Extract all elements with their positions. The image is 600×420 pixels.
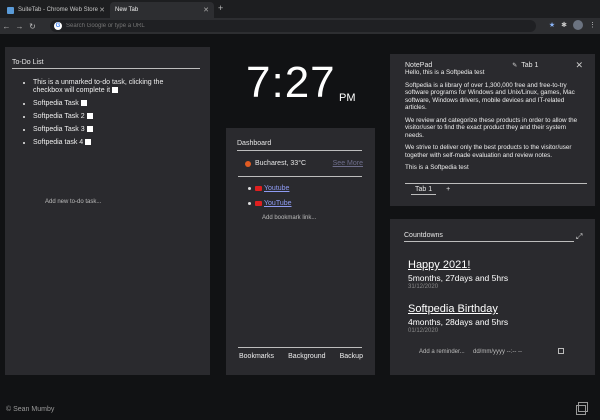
notepad-textarea[interactable]: Hello, this is a Softpedia test Softpedi… [405,69,585,181]
forward-icon[interactable]: → [13,22,26,31]
todo-item: Softpedia Task 3 [33,126,193,134]
todo-list: This is a unmarked to-do task, clicking … [33,79,193,152]
close-icon[interactable]: ✕ [99,6,105,14]
countdown-name: Happy 2021! [408,259,471,271]
notepad-title: NotePad [405,62,433,69]
tab-label: SuiteTab - Chrome Web Store [18,7,98,13]
windows-icon[interactable] [576,402,588,415]
todo-title: To-Do List [12,59,200,69]
bookmark-link[interactable]: Youtube [264,185,289,192]
sun-icon [245,160,251,167]
see-more-link[interactable]: See More [333,160,363,167]
reminder-date-input[interactable]: dd/mm/yyyy --:-- -- [473,347,568,357]
countdown-date: 01/12/2020 [408,328,439,334]
profile-avatar[interactable] [573,20,583,30]
divider [238,176,362,177]
browser-toolbar: ← → ↻ G ★ ✱ ⋮ [0,18,600,34]
dashboard-panel: Dashboard Bucharest, 33°C See More Youtu… [226,128,375,375]
back-icon[interactable]: ← [0,22,13,31]
bullet-icon [248,187,251,190]
background-button[interactable]: Background [288,353,325,360]
backup-button[interactable]: Backup [340,353,363,360]
todo-item: Softpedia task 4 [33,139,193,147]
countdown-date: 31/12/2020 [408,284,439,290]
calendar-icon[interactable] [558,348,564,354]
reload-icon[interactable]: ↻ [26,22,39,31]
close-icon[interactable]: ✕ [203,6,209,14]
bookmark-item: Youtube [248,185,289,192]
notepad-tab-1[interactable]: Tab 1 [411,186,437,195]
bullet-icon [248,202,251,205]
google-icon: G [54,22,62,30]
youtube-icon [255,201,262,206]
expand-icon[interactable]: ⤢ [576,232,582,242]
dashboard-title: Dashboard [237,140,362,151]
pen-icon[interactable]: ✎ [512,62,517,69]
todo-checkbox[interactable] [85,139,92,146]
countdowns-title: Countdowns [404,232,574,242]
weather-text: Bucharest, 33°C [255,160,307,167]
clock-ampm: PM [339,92,356,104]
todo-panel: To-Do List This is a unmarked to-do task… [5,47,210,375]
todo-checkbox[interactable] [86,126,93,133]
notepad-tab-name[interactable]: Tab 1 [521,62,538,69]
tab-new-tab[interactable]: New Tab ✕ [110,2,214,18]
new-tab-button[interactable]: + [218,3,223,13]
omnibox[interactable]: G [50,20,536,32]
countdown-remaining: 5months, 27days and 5hrs [408,273,509,283]
notepad-tabs: Tab 1 + [405,183,587,195]
todo-checkbox[interactable] [112,87,119,94]
menu-icon[interactable]: ⋮ [589,21,596,29]
todo-checkbox[interactable] [86,113,93,120]
tab-strip: SuiteTab - Chrome Web Store ✕ New Tab ✕ … [0,0,600,18]
store-favicon-icon [7,6,14,14]
add-todo-input[interactable]: Add new to-do task... [45,199,101,205]
countdown-remaining: 4months, 28days and 5hrs [408,317,509,327]
notepad-panel: NotePad ✎ Tab 1 ✕ Hello, this is a Softp… [390,54,595,206]
todo-item: Softpedia Task [33,100,193,108]
youtube-icon [255,186,262,191]
add-bookmark-input[interactable]: Add bookmark link... [262,215,316,221]
clock-time: 7:27 [246,58,336,107]
dashboard-buttons: Bookmarks Background Backup [239,353,363,360]
todo-item: Softpedia Task 2 [33,113,193,121]
tab-label: New Tab [115,7,139,13]
bookmark-link[interactable]: YouTube [264,200,292,207]
credit-text: © Sean Mumby [6,406,55,413]
countdown-name: Softpedia Birthday [408,303,498,315]
bookmarks-button[interactable]: Bookmarks [239,353,274,360]
star-icon[interactable]: ★ [549,21,555,29]
divider [238,347,362,348]
tab-chrome-web-store[interactable]: SuiteTab - Chrome Web Store ✕ [2,2,110,18]
add-reminder-input[interactable]: Add a reminder... [419,349,465,355]
countdowns-panel: Countdowns ⤢ Happy 2021! 5months, 27days… [390,219,595,375]
add-tab-button[interactable]: + [446,186,450,195]
todo-checkbox[interactable] [80,100,87,107]
clock: 7:27 PM [226,54,376,116]
weather-row: Bucharest, 33°C See More [245,160,363,167]
extensions-icon[interactable]: ✱ [561,21,567,29]
bookmark-item: YouTube [248,200,292,207]
address-input[interactable] [66,23,466,29]
todo-item: This is a unmarked to-do task, clicking … [33,79,193,95]
